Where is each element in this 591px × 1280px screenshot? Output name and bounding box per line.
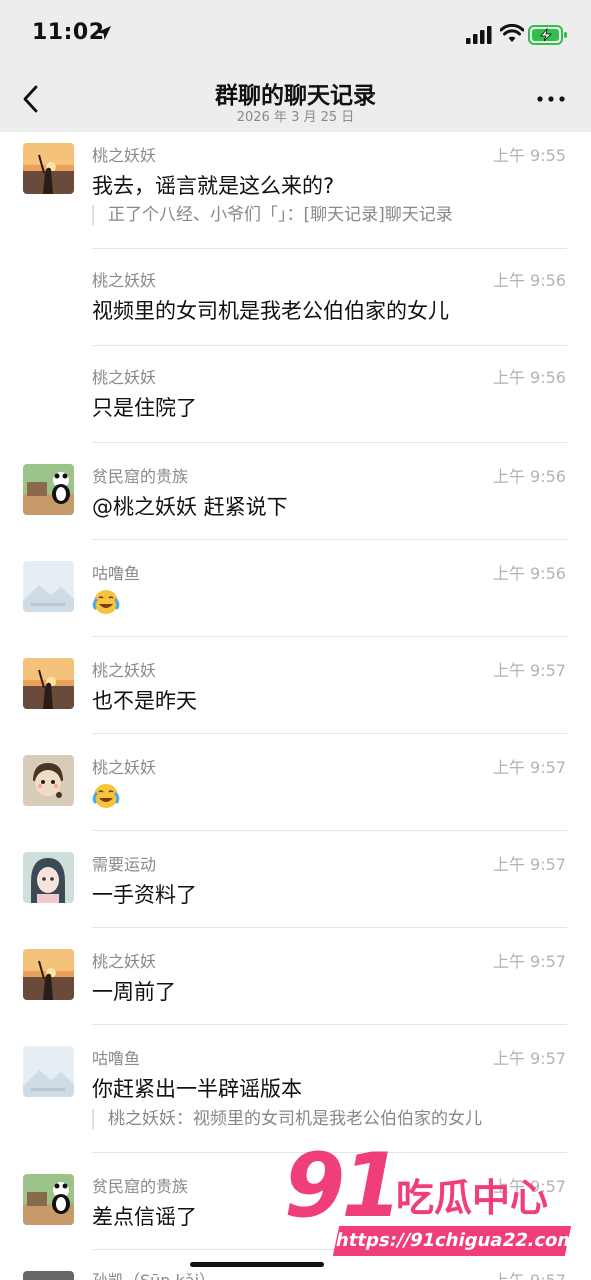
page-title: 群聊的聊天记录 xyxy=(215,83,376,109)
chat-message[interactable]: 需要运动 上午 9:57 一手资料了 xyxy=(0,831,591,928)
avatar-panda[interactable] xyxy=(23,464,74,515)
laughing-crying-emoji-icon xyxy=(92,590,120,614)
panda-scene-image xyxy=(23,464,74,515)
page-subtitle-date: 2026 年 3 月 25 日 xyxy=(236,110,355,125)
message-text: 一周前了 xyxy=(92,980,176,1004)
site-watermark: 91 吃瓜中心 https://91chigua22.com xyxy=(278,1134,579,1258)
sender-name: 桃之妖妖 xyxy=(92,952,157,971)
message-text: 一手资料了 xyxy=(92,883,197,907)
message-time: 上午 9:57 xyxy=(492,1049,566,1068)
message-text: 只是住院了 xyxy=(92,396,197,420)
message-text: 视频里的女司机是我老公伯伯家的女儿 xyxy=(92,299,449,323)
sender-name: 桃之妖妖 xyxy=(92,368,157,387)
sunset-portrait-image xyxy=(23,143,74,194)
chat-message[interactable]: 桃之妖妖 上午 9:56 视频里的女司机是我老公伯伯家的女儿 xyxy=(0,249,591,346)
cartoon-girl-image xyxy=(23,755,74,806)
sender-name: 桃之妖妖 xyxy=(92,271,157,290)
message-time: 上午 9:57 xyxy=(492,661,566,680)
message-text: 差点信谣了 xyxy=(92,1205,197,1229)
sunset-portrait-image xyxy=(23,949,74,1000)
avatar-sunset[interactable] xyxy=(23,143,74,194)
more-options-icon[interactable] xyxy=(536,94,566,104)
message-time: 上午 9:55 xyxy=(492,146,566,165)
sender-name: 孙凯（Sūn kǎi） xyxy=(92,1267,215,1280)
anime-girl-image xyxy=(23,852,74,903)
avatar-placeholder[interactable] xyxy=(23,561,74,612)
quoted-message[interactable]: 正了个八经、小爷们「」：[聊天记录]聊天记录 xyxy=(92,205,453,225)
sender-name: 桃之妖妖 xyxy=(92,146,157,165)
message-text: 也不是昨天 xyxy=(92,689,197,713)
message-text: 我去，谣言就是这么来的? xyxy=(92,174,335,198)
avatar-anime-girl[interactable] xyxy=(23,852,74,903)
message-time: 上午 9:57 xyxy=(492,952,566,971)
chat-message[interactable]: 咕噜鱼 上午 9:56 xyxy=(0,540,591,637)
location-arrow-icon xyxy=(97,26,111,40)
message-time: 上午 9:57 xyxy=(492,758,566,777)
message-text: @桃之妖妖 赶紧说下 xyxy=(92,495,288,519)
message-time: 上午 9:56 xyxy=(492,564,566,583)
quoted-message[interactable]: 桃之妖妖：视频里的女司机是我老公伯伯家的女儿 xyxy=(92,1109,482,1129)
placeholder-image-icon xyxy=(23,561,74,612)
avatar-panda[interactable] xyxy=(23,1174,74,1225)
chat-message[interactable]: 桃之妖妖 上午 9:57 xyxy=(0,734,591,831)
placeholder-image-icon xyxy=(23,1046,74,1097)
laughing-crying-emoji-icon xyxy=(92,784,120,808)
chat-message[interactable]: 桃之妖妖 上午 9:55 我去，谣言就是这么来的? 正了个八经、小爷们「」：[聊… xyxy=(0,132,591,249)
watermark-number: 91 xyxy=(284,1134,402,1237)
sender-name: 桃之妖妖 xyxy=(92,661,157,680)
chat-record-header: 11:02 群聊的聊天记录 2026 年 3 月 25 日 xyxy=(0,0,591,132)
status-time: 11:02 xyxy=(32,20,105,45)
sender-name: 贫民窟的贵族 xyxy=(92,467,189,486)
message-text: 你赶紧出一半辟谣版本 xyxy=(92,1077,302,1101)
panda-scene-image xyxy=(23,1174,74,1225)
message-time: 上午 9:57 xyxy=(493,1267,566,1280)
avatar-sunset[interactable] xyxy=(23,949,74,1000)
avatar-partial[interactable] xyxy=(23,1271,74,1280)
battery-charging-icon xyxy=(528,25,567,45)
status-bar: 11:02 xyxy=(0,0,591,70)
message-time: 上午 9:57 xyxy=(492,855,566,874)
avatar-cartoon-girl[interactable] xyxy=(23,755,74,806)
cellular-signal-icon xyxy=(466,26,492,44)
chat-message[interactable]: 贫民窟的贵族 上午 9:56 @桃之妖妖 赶紧说下 xyxy=(0,443,591,540)
sunset-portrait-image xyxy=(23,658,74,709)
avatar-placeholder[interactable] xyxy=(23,1046,74,1097)
home-indicator[interactable] xyxy=(190,1262,324,1267)
watermark-text: 吃瓜中心 xyxy=(396,1176,549,1220)
message-time: 上午 9:56 xyxy=(492,467,566,486)
avatar-sunset[interactable] xyxy=(23,658,74,709)
sender-name: 贫民窟的贵族 xyxy=(92,1177,189,1196)
message-time: 上午 9:56 xyxy=(492,271,566,290)
watermark-url: https://91chigua22.com xyxy=(332,1226,579,1256)
sender-name: 需要运动 xyxy=(92,855,157,874)
chat-message[interactable]: 桃之妖妖 上午 9:57 一周前了 xyxy=(0,928,591,1025)
sender-name: 咕噜鱼 xyxy=(92,1049,141,1068)
message-time: 上午 9:56 xyxy=(492,368,566,387)
sender-name: 咕噜鱼 xyxy=(92,564,141,583)
sender-name: 桃之妖妖 xyxy=(92,758,157,777)
chat-message[interactable]: 桃之妖妖 上午 9:57 也不是昨天 xyxy=(0,637,591,734)
wifi-icon xyxy=(500,24,524,42)
chat-message[interactable]: 桃之妖妖 上午 9:56 只是住院了 xyxy=(0,346,591,443)
